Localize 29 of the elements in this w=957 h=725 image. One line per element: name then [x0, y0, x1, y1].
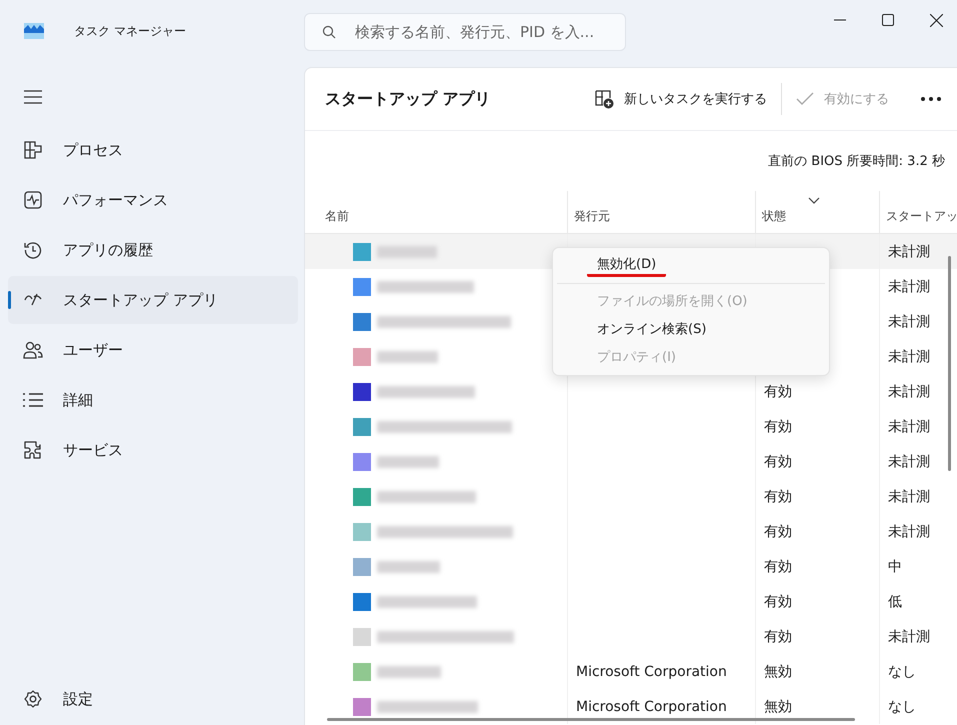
status-text: 有効	[764, 592, 792, 610]
publisher-text: Microsoft Corporation	[576, 664, 727, 680]
impact-text: 低	[888, 592, 902, 610]
status-text: 有効	[764, 558, 792, 576]
status-text: 有効	[764, 488, 792, 506]
impact-text: 未計測	[888, 382, 930, 400]
status-text: 有効	[764, 452, 792, 470]
status-text: 有効	[764, 382, 792, 400]
publisher-text: Microsoft Corporation	[576, 698, 727, 714]
impact-text: 未計測	[888, 488, 930, 506]
status-text: 有効	[764, 418, 792, 436]
impact-text: 未計測	[888, 452, 930, 470]
page-title: スタートアップ アプリ	[325, 88, 491, 110]
impact-text: なし	[888, 662, 916, 680]
window-title: タスク マネージャー	[74, 22, 186, 40]
impact-text: 未計測	[888, 278, 930, 296]
impact-text: 中	[888, 558, 902, 576]
impact-text: 未計測	[888, 348, 930, 366]
status-text: 有効	[764, 522, 792, 540]
impact-text: 未計測	[888, 312, 930, 330]
bios-time-text: 直前の BIOS 所要時間: 3.2 秒	[768, 153, 945, 170]
status-text: 無効	[764, 662, 792, 680]
impact-text: 未計測	[888, 522, 930, 540]
status-text: 有効	[764, 628, 792, 646]
impact-text: 未計測	[888, 242, 930, 260]
status-text: 無効	[764, 698, 792, 716]
impact-text: 未計測	[888, 418, 930, 436]
impact-text: 未計測	[888, 628, 930, 646]
impact-text: なし	[888, 698, 916, 716]
